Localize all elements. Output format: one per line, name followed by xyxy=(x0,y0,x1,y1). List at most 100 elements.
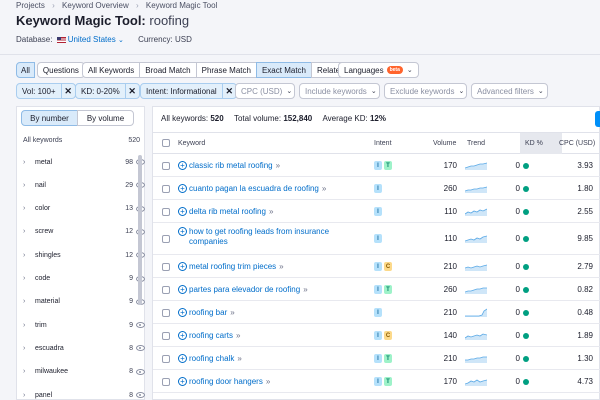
cpc-value: 2.79 xyxy=(577,262,593,271)
add-keyword-icon[interactable]: + xyxy=(178,377,187,386)
add-keyword-icon[interactable]: + xyxy=(178,207,187,216)
table-row[interactable]: + roofing carts» I C 140 0 1.89 xyxy=(153,324,600,347)
row-checkbox[interactable] xyxy=(162,309,170,317)
row-checkbox[interactable] xyxy=(162,286,170,294)
table-row[interactable]: + partes para elevador de roofing» I T 260 0 0… xyxy=(153,278,600,301)
groups-scrollbar[interactable] xyxy=(138,155,142,305)
serp-arrow-icon[interactable]: » xyxy=(269,207,273,216)
eye-icon[interactable] xyxy=(136,322,145,329)
languages-dropdown[interactable]: Languages beta ⌄ xyxy=(338,62,419,78)
keyword-link[interactable]: how to get roofing leads from insurance … xyxy=(189,227,364,247)
keyword-link[interactable]: cuanto pagan la escuadra de roofing» xyxy=(189,184,364,194)
column-volume[interactable]: Volume xyxy=(433,140,456,147)
group-item[interactable]: › code 9 xyxy=(23,272,145,286)
by-number-button[interactable]: By number xyxy=(21,110,78,126)
table-summary: All keywords: 520 Total volume: 152,840 … xyxy=(161,114,386,123)
add-keyword-icon[interactable]: + xyxy=(178,308,187,317)
table-row[interactable]: + metal roofing trim pieces» I C 210 0 2.79 xyxy=(153,255,600,278)
eye-icon[interactable] xyxy=(136,392,145,398)
tab-all[interactable]: All xyxy=(16,62,35,78)
group-item[interactable]: › trim 9 xyxy=(23,318,145,332)
database-selector[interactable]: United States ⌄ xyxy=(55,35,126,44)
group-item[interactable]: › metal 98 xyxy=(23,155,145,169)
row-checkbox[interactable] xyxy=(162,378,170,386)
serp-arrow-icon[interactable]: » xyxy=(230,308,234,317)
column-intent[interactable]: Intent xyxy=(374,140,392,147)
breadcrumb-keyword-overview[interactable]: Keyword Overview xyxy=(62,1,129,10)
trend-sparkline xyxy=(465,235,487,243)
close-icon[interactable]: ✕ xyxy=(221,84,236,98)
serp-arrow-icon[interactable]: » xyxy=(303,285,307,294)
cpc-dropdown[interactable]: CPC (USD) ⌄ xyxy=(235,83,295,99)
add-keyword-icon[interactable]: + xyxy=(178,331,187,340)
serp-arrow-icon[interactable]: » xyxy=(322,184,326,193)
row-checkbox[interactable] xyxy=(162,162,170,170)
group-item[interactable]: › nail 29 xyxy=(23,178,145,192)
filter-kd[interactable]: KD: 0-20% ✕ xyxy=(75,83,140,99)
table-row[interactable]: + roofing bar» I 210 0 0.48 xyxy=(153,301,600,324)
add-keyword-icon[interactable]: + xyxy=(178,184,187,193)
column-kd[interactable]: KD % xyxy=(525,140,543,147)
eye-icon[interactable] xyxy=(136,345,145,352)
serp-arrow-icon[interactable]: » xyxy=(266,377,270,386)
group-item[interactable]: › panel 8 xyxy=(23,388,145,400)
add-keyword-icon[interactable]: + xyxy=(178,161,187,170)
tab-phrase-match[interactable]: Phrase Match xyxy=(195,62,257,78)
group-item[interactable]: › material 9 xyxy=(23,295,145,309)
eye-icon[interactable] xyxy=(136,368,145,375)
row-checkbox[interactable] xyxy=(162,332,170,340)
group-item[interactable]: › milwaukee 8 xyxy=(23,365,145,379)
serp-arrow-icon[interactable]: » xyxy=(276,161,280,170)
include-keywords-dropdown[interactable]: Include keywords ⌄ xyxy=(299,83,380,99)
keyword-link[interactable]: metal roofing trim pieces» xyxy=(189,262,364,272)
table-row[interactable]: + roofing door hangers» I T 170 0 4.73 xyxy=(153,370,600,393)
serp-arrow-icon[interactable]: » xyxy=(236,331,240,340)
breadcrumb-projects[interactable]: Projects xyxy=(16,1,45,10)
keyword-link[interactable]: roofing bar» xyxy=(189,308,364,318)
row-checkbox[interactable] xyxy=(162,355,170,363)
row-checkbox[interactable] xyxy=(162,235,170,243)
add-keyword-icon[interactable]: + xyxy=(178,227,187,236)
tab-questions[interactable]: Questions xyxy=(36,62,85,78)
tab-broad-match[interactable]: Broad Match xyxy=(139,62,197,78)
close-icon[interactable]: ✕ xyxy=(60,84,75,98)
keyword-link[interactable]: classic rib metal roofing» xyxy=(189,161,364,171)
group-item[interactable]: › shingles 12 xyxy=(23,248,145,262)
keyword-link[interactable]: roofing carts» xyxy=(189,331,364,341)
exclude-keywords-dropdown[interactable]: Exclude keywords ⌄ xyxy=(384,83,467,99)
keyword-link[interactable]: roofing chalk» xyxy=(189,354,364,364)
row-checkbox[interactable] xyxy=(162,185,170,193)
serp-arrow-icon[interactable]: » xyxy=(237,354,241,363)
keyword-link[interactable]: roofing door hangers» xyxy=(189,377,364,387)
add-keyword-icon[interactable]: + xyxy=(178,354,187,363)
filter-intent[interactable]: Intent: Informational ✕ xyxy=(140,83,237,99)
group-item[interactable]: › color 13 xyxy=(23,202,145,216)
group-item[interactable]: › screw 12 xyxy=(23,225,145,239)
groups-header[interactable]: All keywords 520 xyxy=(23,137,140,144)
table-row[interactable]: + how to get roofing leads from insurance… xyxy=(153,223,600,255)
column-cpc[interactable]: CPC (USD) xyxy=(559,140,595,147)
select-all-checkbox[interactable] xyxy=(162,139,170,147)
row-checkbox[interactable] xyxy=(162,208,170,216)
table-row[interactable]: + roofing chalk» I T 210 0 1.30 xyxy=(153,347,600,370)
tab-all-keywords[interactable]: All Keywords xyxy=(82,62,141,78)
column-keyword[interactable]: Keyword xyxy=(178,140,205,147)
advanced-filters-dropdown[interactable]: Advanced filters ⌄ xyxy=(471,83,548,99)
add-keyword-icon[interactable]: + xyxy=(178,262,187,271)
by-volume-button[interactable]: By volume xyxy=(77,110,134,126)
table-row[interactable]: + classic rib metal roofing» I T 170 0 3.93 xyxy=(153,154,600,177)
column-trend[interactable]: Trend xyxy=(467,140,485,147)
tab-exact-match[interactable]: Exact Match xyxy=(255,62,312,78)
group-item[interactable]: › escuadra 8 xyxy=(23,341,145,355)
table-row[interactable]: + cuanto pagan la escuadra de roofing» I 26… xyxy=(153,177,600,200)
serp-arrow-icon[interactable]: » xyxy=(279,262,283,271)
add-keyword-icon[interactable]: + xyxy=(178,285,187,294)
row-checkbox[interactable] xyxy=(162,263,170,271)
close-icon[interactable]: ✕ xyxy=(124,84,139,98)
keyword-link[interactable]: delta rib metal roofing» xyxy=(189,207,364,217)
cpc-value: 3.93 xyxy=(577,161,593,170)
filter-volume[interactable]: Vol: 100+ ✕ xyxy=(16,83,76,99)
keyword-link[interactable]: partes para elevador de roofing» xyxy=(189,285,364,295)
side-action-button[interactable] xyxy=(595,111,600,127)
table-row[interactable]: + delta rib metal roofing» I 110 0 2.55 xyxy=(153,200,600,223)
